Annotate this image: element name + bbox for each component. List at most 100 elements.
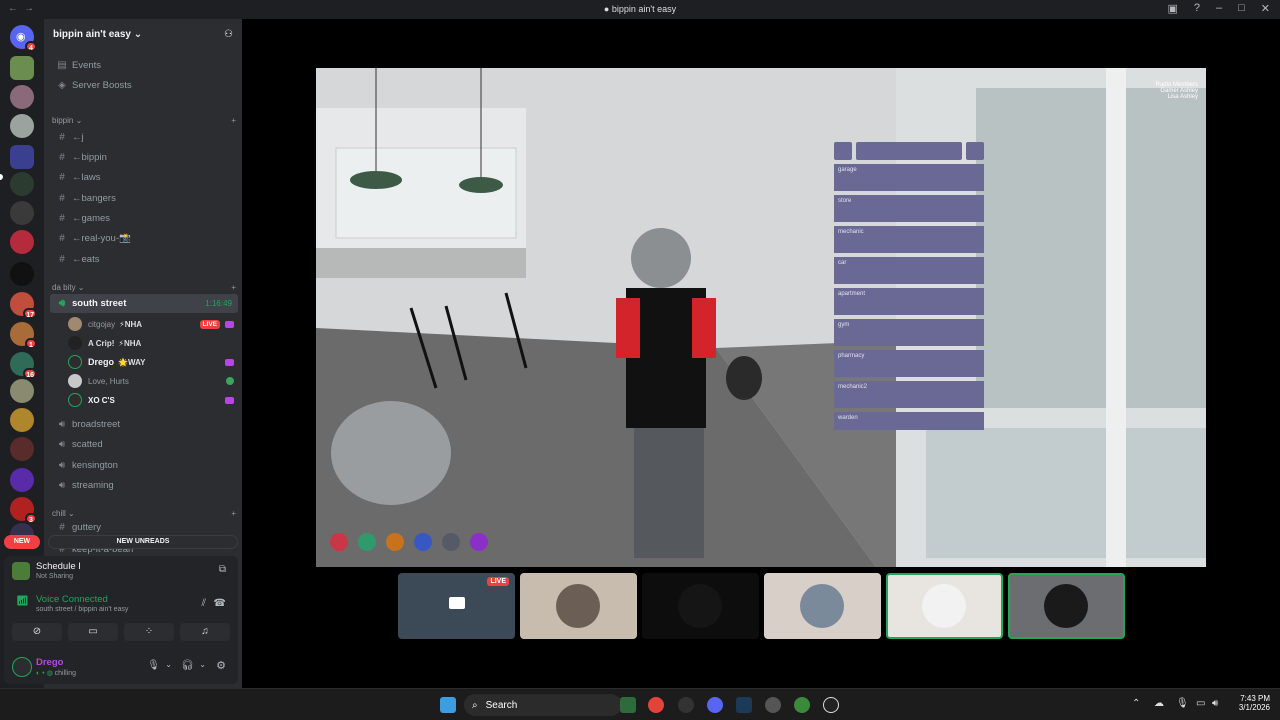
participant-tile[interactable] bbox=[886, 573, 1003, 639]
add-channel-icon[interactable]: + bbox=[231, 283, 236, 292]
category-bippin[interactable]: bippin ⌄ + bbox=[52, 116, 236, 125]
game-menu-item[interactable]: store bbox=[834, 195, 984, 222]
chevron-down-icon[interactable]: ⌄ bbox=[199, 660, 206, 669]
text-channel[interactable]: # ←laws bbox=[50, 168, 238, 187]
server-boosts-link[interactable]: ◈ Server Boosts bbox=[50, 76, 238, 95]
headphones-icon[interactable]: 🎧︎ bbox=[181, 660, 194, 671]
new-unread-pill[interactable]: NEW bbox=[4, 535, 40, 549]
chrome-icon[interactable] bbox=[648, 697, 664, 713]
server-header[interactable]: bippin ain't easy ⌄ ⚇ bbox=[44, 19, 242, 49]
task-view-icon[interactable] bbox=[620, 697, 636, 713]
voice-user[interactable]: A Crip! ⚡NHA bbox=[68, 334, 238, 352]
discord-taskbar-icon[interactable] bbox=[707, 697, 723, 713]
maximize-button[interactable]: □ bbox=[1238, 2, 1245, 15]
participant-tile[interactable] bbox=[1008, 573, 1125, 639]
folder-icon[interactable] bbox=[10, 145, 34, 169]
add-channel-icon[interactable]: + bbox=[231, 509, 236, 518]
game-menu-item[interactable]: pharmacy bbox=[834, 350, 984, 377]
game-menu-item[interactable]: warden bbox=[834, 412, 984, 430]
add-channel-icon[interactable]: + bbox=[231, 116, 236, 125]
voice-user[interactable]: Love, Hurts bbox=[68, 372, 238, 390]
steam-icon[interactable] bbox=[736, 697, 752, 713]
server-icon[interactable] bbox=[10, 230, 34, 254]
game-menu-item[interactable]: garage bbox=[834, 164, 984, 191]
tray-chevron-icon[interactable]: ⌃ bbox=[1132, 698, 1140, 709]
game-menu-next[interactable] bbox=[966, 142, 984, 160]
media-player-icon[interactable] bbox=[823, 697, 839, 713]
fivem-icon[interactable] bbox=[794, 697, 810, 713]
settings-gear-icon[interactable]: ⚙ bbox=[216, 659, 226, 672]
minimize-button[interactable]: – bbox=[1216, 2, 1222, 15]
microphone-icon[interactable]: 🎙︎ bbox=[1176, 698, 1189, 709]
share-screen-icon[interactable]: ⧉ bbox=[219, 564, 226, 575]
game-menu-prev[interactable] bbox=[834, 142, 852, 160]
participant-tile[interactable]: LIVE bbox=[398, 573, 515, 639]
server-icon[interactable]: 1 bbox=[10, 322, 37, 349]
inbox-icon[interactable]: ▣ bbox=[1167, 2, 1177, 15]
text-channel[interactable]: # ←games bbox=[50, 209, 238, 228]
server-icon[interactable] bbox=[10, 262, 34, 286]
server-icon[interactable] bbox=[10, 85, 34, 109]
server-icon[interactable] bbox=[10, 114, 34, 138]
invite-icon[interactable]: ⚇ bbox=[224, 29, 233, 40]
game-menu-item[interactable]: mechanic bbox=[834, 226, 984, 253]
user-avatar[interactable] bbox=[12, 657, 32, 677]
category-da-bity[interactable]: da bity ⌄ + bbox=[52, 283, 236, 292]
close-button[interactable]: ✕ bbox=[1261, 2, 1270, 15]
voice-channel[interactable]: 🔊︎ broadstreet bbox=[50, 415, 238, 434]
server-icon[interactable] bbox=[10, 437, 34, 461]
server-icon[interactable] bbox=[10, 468, 34, 492]
participant-tile[interactable] bbox=[642, 573, 759, 639]
network-icon[interactable]: ▭ bbox=[1196, 698, 1205, 709]
app-icon[interactable] bbox=[678, 697, 694, 713]
participant-tile[interactable] bbox=[520, 573, 637, 639]
soundboard-icon[interactable]: ♫ bbox=[180, 623, 230, 641]
noise-suppression-icon[interactable]: ⫽ bbox=[202, 598, 206, 609]
stream-video[interactable]: Radio Members Gamer Ashley Lisa Ashley g… bbox=[316, 68, 1206, 567]
voice-user[interactable]: XO C'S bbox=[68, 391, 238, 409]
camera-off-icon[interactable]: ⊘ bbox=[12, 623, 62, 641]
home-button[interactable]: ◉ 4 bbox=[10, 25, 37, 52]
new-unreads-button[interactable]: NEW UNREADS bbox=[48, 535, 238, 549]
text-channel[interactable]: # ←bangers bbox=[50, 189, 238, 208]
voice-channel[interactable]: 🔊︎ kensington bbox=[50, 456, 238, 475]
voice-user[interactable]: citgojay ⚡NHA LIVE bbox=[68, 315, 238, 333]
windows-start-icon[interactable] bbox=[440, 697, 456, 713]
voice-channel-active[interactable]: 🔊︎ south street 1:16:49 bbox=[50, 294, 238, 313]
disconnect-icon[interactable]: ☎ bbox=[214, 598, 226, 609]
username[interactable]: Drego bbox=[36, 657, 63, 668]
activities-icon[interactable]: ⁘ bbox=[124, 623, 174, 641]
text-channel[interactable]: # ←bippin bbox=[50, 148, 238, 167]
server-icon[interactable]: 16 bbox=[10, 352, 37, 379]
participant-tile[interactable] bbox=[764, 573, 881, 639]
game-menu-item[interactable]: car bbox=[834, 257, 984, 284]
events-link[interactable]: ▤ Events bbox=[50, 56, 238, 75]
server-icon[interactable] bbox=[10, 56, 34, 80]
help-icon[interactable]: ? bbox=[1194, 2, 1200, 15]
server-icon[interactable]: 3 bbox=[10, 497, 37, 524]
server-icon[interactable] bbox=[10, 201, 34, 225]
chevron-down-icon[interactable]: ⌄ bbox=[165, 660, 172, 669]
clock[interactable]: 7:43 PM 3/1/2026 bbox=[1232, 694, 1270, 712]
voice-status-subtitle[interactable]: south street / bippin ain't easy bbox=[36, 606, 128, 613]
game-menu-item[interactable]: mechanic2 bbox=[834, 381, 984, 408]
onedrive-icon[interactable]: ☁ bbox=[1154, 698, 1164, 709]
game-menu-item[interactable]: gym bbox=[834, 319, 984, 346]
text-channel[interactable]: # ←eats bbox=[50, 250, 238, 269]
text-channel[interactable]: # guttery bbox=[50, 521, 238, 533]
server-icon[interactable] bbox=[10, 379, 34, 403]
text-channel[interactable]: # ←real-you-📸 bbox=[50, 229, 238, 248]
settings-gear-icon[interactable] bbox=[765, 697, 781, 713]
server-icon[interactable] bbox=[10, 408, 34, 432]
voice-channel[interactable]: 🔊︎ streaming bbox=[50, 476, 238, 495]
microphone-icon[interactable]: 🎙︎ bbox=[147, 660, 160, 671]
taskbar-search[interactable]: ⌕ Search bbox=[464, 694, 622, 716]
game-menu-item[interactable]: apartment bbox=[834, 288, 984, 315]
text-channel[interactable]: # ←j bbox=[50, 128, 238, 147]
server-icon[interactable]: 17 bbox=[10, 292, 37, 319]
volume-icon[interactable]: 🔊︎ bbox=[1212, 698, 1218, 709]
screen-share-icon[interactable]: ▭ bbox=[68, 623, 118, 641]
server-icon[interactable] bbox=[10, 172, 34, 196]
voice-channel[interactable]: 🔊︎ scatted bbox=[50, 435, 238, 454]
voice-user[interactable]: Drego 🌟WAY bbox=[68, 353, 238, 371]
